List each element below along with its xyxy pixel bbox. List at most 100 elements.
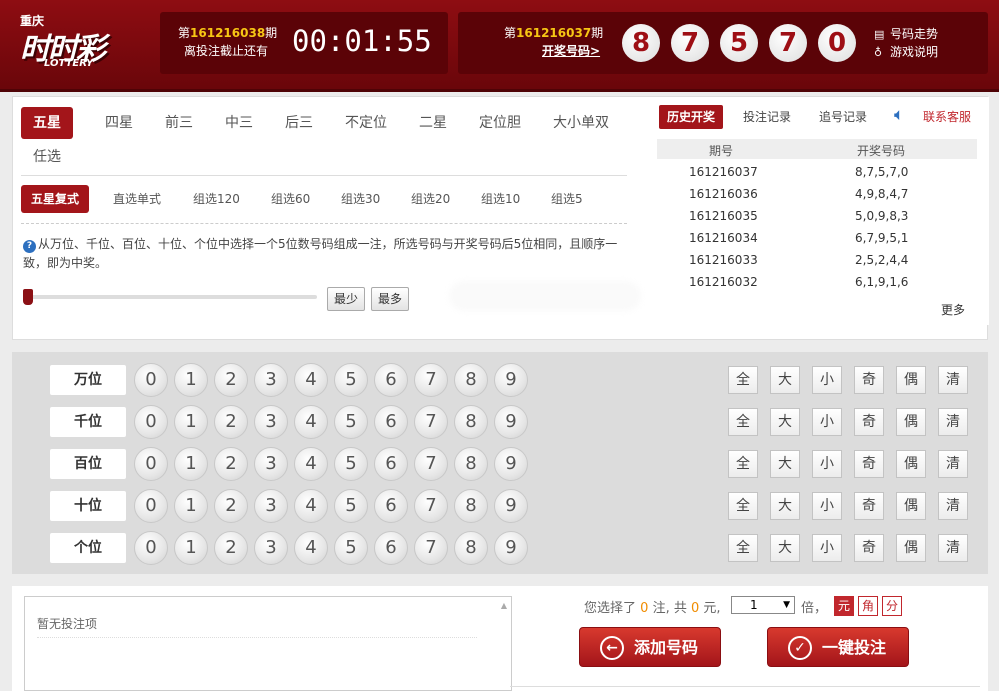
number-ball[interactable]: 7 <box>414 363 448 397</box>
play-tab[interactable]: 定位胆 <box>467 107 533 139</box>
quick-select-button[interactable]: 全 <box>728 492 758 520</box>
play-tab[interactable]: 前三 <box>153 107 205 139</box>
number-ball[interactable]: 3 <box>254 531 288 565</box>
number-ball[interactable]: 6 <box>374 405 408 439</box>
number-ball[interactable]: 2 <box>214 489 248 523</box>
tab-history-draw[interactable]: 历史开奖 <box>659 105 724 129</box>
number-ball[interactable]: 5 <box>334 363 368 397</box>
number-ball[interactable]: 3 <box>254 405 288 439</box>
draw-numbers-link[interactable]: 开奖号码> <box>542 42 600 59</box>
tab-bet-records[interactable]: 投注记录 <box>735 105 799 129</box>
quick-select-button[interactable]: 大 <box>770 408 800 436</box>
unit-fen[interactable]: 分 <box>882 596 902 616</box>
max-button[interactable]: 最多 <box>371 287 410 311</box>
number-ball[interactable]: 6 <box>374 447 408 481</box>
customer-service-link[interactable]: 联系客服 <box>923 108 971 125</box>
number-ball[interactable]: 3 <box>254 489 288 523</box>
number-ball[interactable]: 1 <box>174 363 208 397</box>
sub-tab[interactable]: 直选单式 <box>103 185 171 213</box>
quick-select-button[interactable]: 全 <box>728 534 758 562</box>
number-ball[interactable]: 7 <box>414 447 448 481</box>
quick-select-button[interactable]: 清 <box>938 408 968 436</box>
number-ball[interactable]: 2 <box>214 531 248 565</box>
number-ball[interactable]: 1 <box>174 405 208 439</box>
quick-select-button[interactable]: 小 <box>812 408 842 436</box>
tab-chase-records[interactable]: 追号记录 <box>811 105 875 129</box>
number-ball[interactable]: 5 <box>334 489 368 523</box>
play-tab[interactable]: 中三 <box>213 107 265 139</box>
number-ball[interactable]: 6 <box>374 489 408 523</box>
quick-select-button[interactable]: 奇 <box>854 492 884 520</box>
quick-select-button[interactable]: 小 <box>812 366 842 394</box>
quick-select-button[interactable]: 大 <box>770 366 800 394</box>
quick-select-button[interactable]: 偶 <box>896 492 926 520</box>
play-tab[interactable]: 二星 <box>407 107 459 139</box>
number-ball[interactable]: 1 <box>174 447 208 481</box>
unit-yuan[interactable]: 元 <box>834 596 854 616</box>
quick-select-button[interactable]: 小 <box>812 534 842 562</box>
number-ball[interactable]: 4 <box>294 489 328 523</box>
number-ball[interactable]: 5 <box>334 531 368 565</box>
play-tab[interactable]: 不定位 <box>333 107 399 139</box>
number-ball[interactable]: 3 <box>254 363 288 397</box>
number-ball[interactable]: 9 <box>494 405 528 439</box>
rebate-slider[interactable] <box>27 295 317 299</box>
quick-select-button[interactable]: 小 <box>812 492 842 520</box>
number-ball[interactable]: 4 <box>294 363 328 397</box>
quick-select-button[interactable]: 清 <box>938 366 968 394</box>
more-link[interactable]: 更多 <box>941 301 965 318</box>
quick-select-button[interactable]: 奇 <box>854 534 884 562</box>
number-ball[interactable]: 0 <box>134 405 168 439</box>
quick-select-button[interactable]: 大 <box>770 450 800 478</box>
multiple-select[interactable]: 1 ▼ <box>731 596 795 614</box>
slider-handle[interactable] <box>23 289 33 305</box>
number-ball[interactable]: 7 <box>414 405 448 439</box>
sub-tab[interactable]: 组选5 <box>541 185 593 213</box>
sub-tab[interactable]: 五星复式 <box>21 185 90 213</box>
number-ball[interactable]: 8 <box>454 489 488 523</box>
number-ball[interactable]: 4 <box>294 405 328 439</box>
play-tab[interactable]: 后三 <box>273 107 325 139</box>
rules-link[interactable]: ♁ 游戏说明 <box>874 43 938 60</box>
scrollbar[interactable]: ▲ <box>499 601 509 687</box>
number-ball[interactable]: 7 <box>414 531 448 565</box>
quick-bet-button[interactable]: ✓ 一键投注 <box>767 627 909 667</box>
number-ball[interactable]: 0 <box>134 447 168 481</box>
quick-select-button[interactable]: 大 <box>770 492 800 520</box>
number-ball[interactable]: 9 <box>494 489 528 523</box>
number-ball[interactable]: 5 <box>334 405 368 439</box>
number-ball[interactable]: 9 <box>494 363 528 397</box>
play-tab[interactable]: 大小单双 <box>541 107 621 139</box>
number-ball[interactable]: 0 <box>134 489 168 523</box>
number-ball[interactable]: 8 <box>454 531 488 565</box>
number-ball[interactable]: 4 <box>294 447 328 481</box>
number-ball[interactable]: 1 <box>174 489 208 523</box>
number-ball[interactable]: 1 <box>174 531 208 565</box>
number-ball[interactable]: 8 <box>454 405 488 439</box>
quick-select-button[interactable]: 偶 <box>896 534 926 562</box>
quick-select-button[interactable]: 全 <box>728 366 758 394</box>
number-ball[interactable]: 9 <box>494 531 528 565</box>
quick-select-button[interactable]: 偶 <box>896 408 926 436</box>
sub-tab[interactable]: 组选30 <box>331 185 390 213</box>
number-ball[interactable]: 8 <box>454 447 488 481</box>
number-ball[interactable]: 3 <box>254 447 288 481</box>
play-tab[interactable]: 任选 <box>21 141 73 173</box>
number-ball[interactable]: 0 <box>134 363 168 397</box>
quick-select-button[interactable]: 全 <box>728 450 758 478</box>
number-ball[interactable]: 9 <box>494 447 528 481</box>
min-button[interactable]: 最少 <box>327 287 366 311</box>
sub-tab[interactable]: 组选20 <box>401 185 460 213</box>
speaker-icon[interactable]: 🔈︎ <box>894 105 916 127</box>
quick-select-button[interactable]: 小 <box>812 450 842 478</box>
sub-tab[interactable]: 组选10 <box>471 185 530 213</box>
number-ball[interactable]: 8 <box>454 363 488 397</box>
quick-select-button[interactable]: 奇 <box>854 450 884 478</box>
number-ball[interactable]: 2 <box>214 363 248 397</box>
trend-link[interactable]: ▤ 号码走势 <box>874 25 938 42</box>
number-ball[interactable]: 4 <box>294 531 328 565</box>
number-ball[interactable]: 2 <box>214 447 248 481</box>
quick-select-button[interactable]: 偶 <box>896 450 926 478</box>
quick-select-button[interactable]: 清 <box>938 534 968 562</box>
number-ball[interactable]: 2 <box>214 405 248 439</box>
